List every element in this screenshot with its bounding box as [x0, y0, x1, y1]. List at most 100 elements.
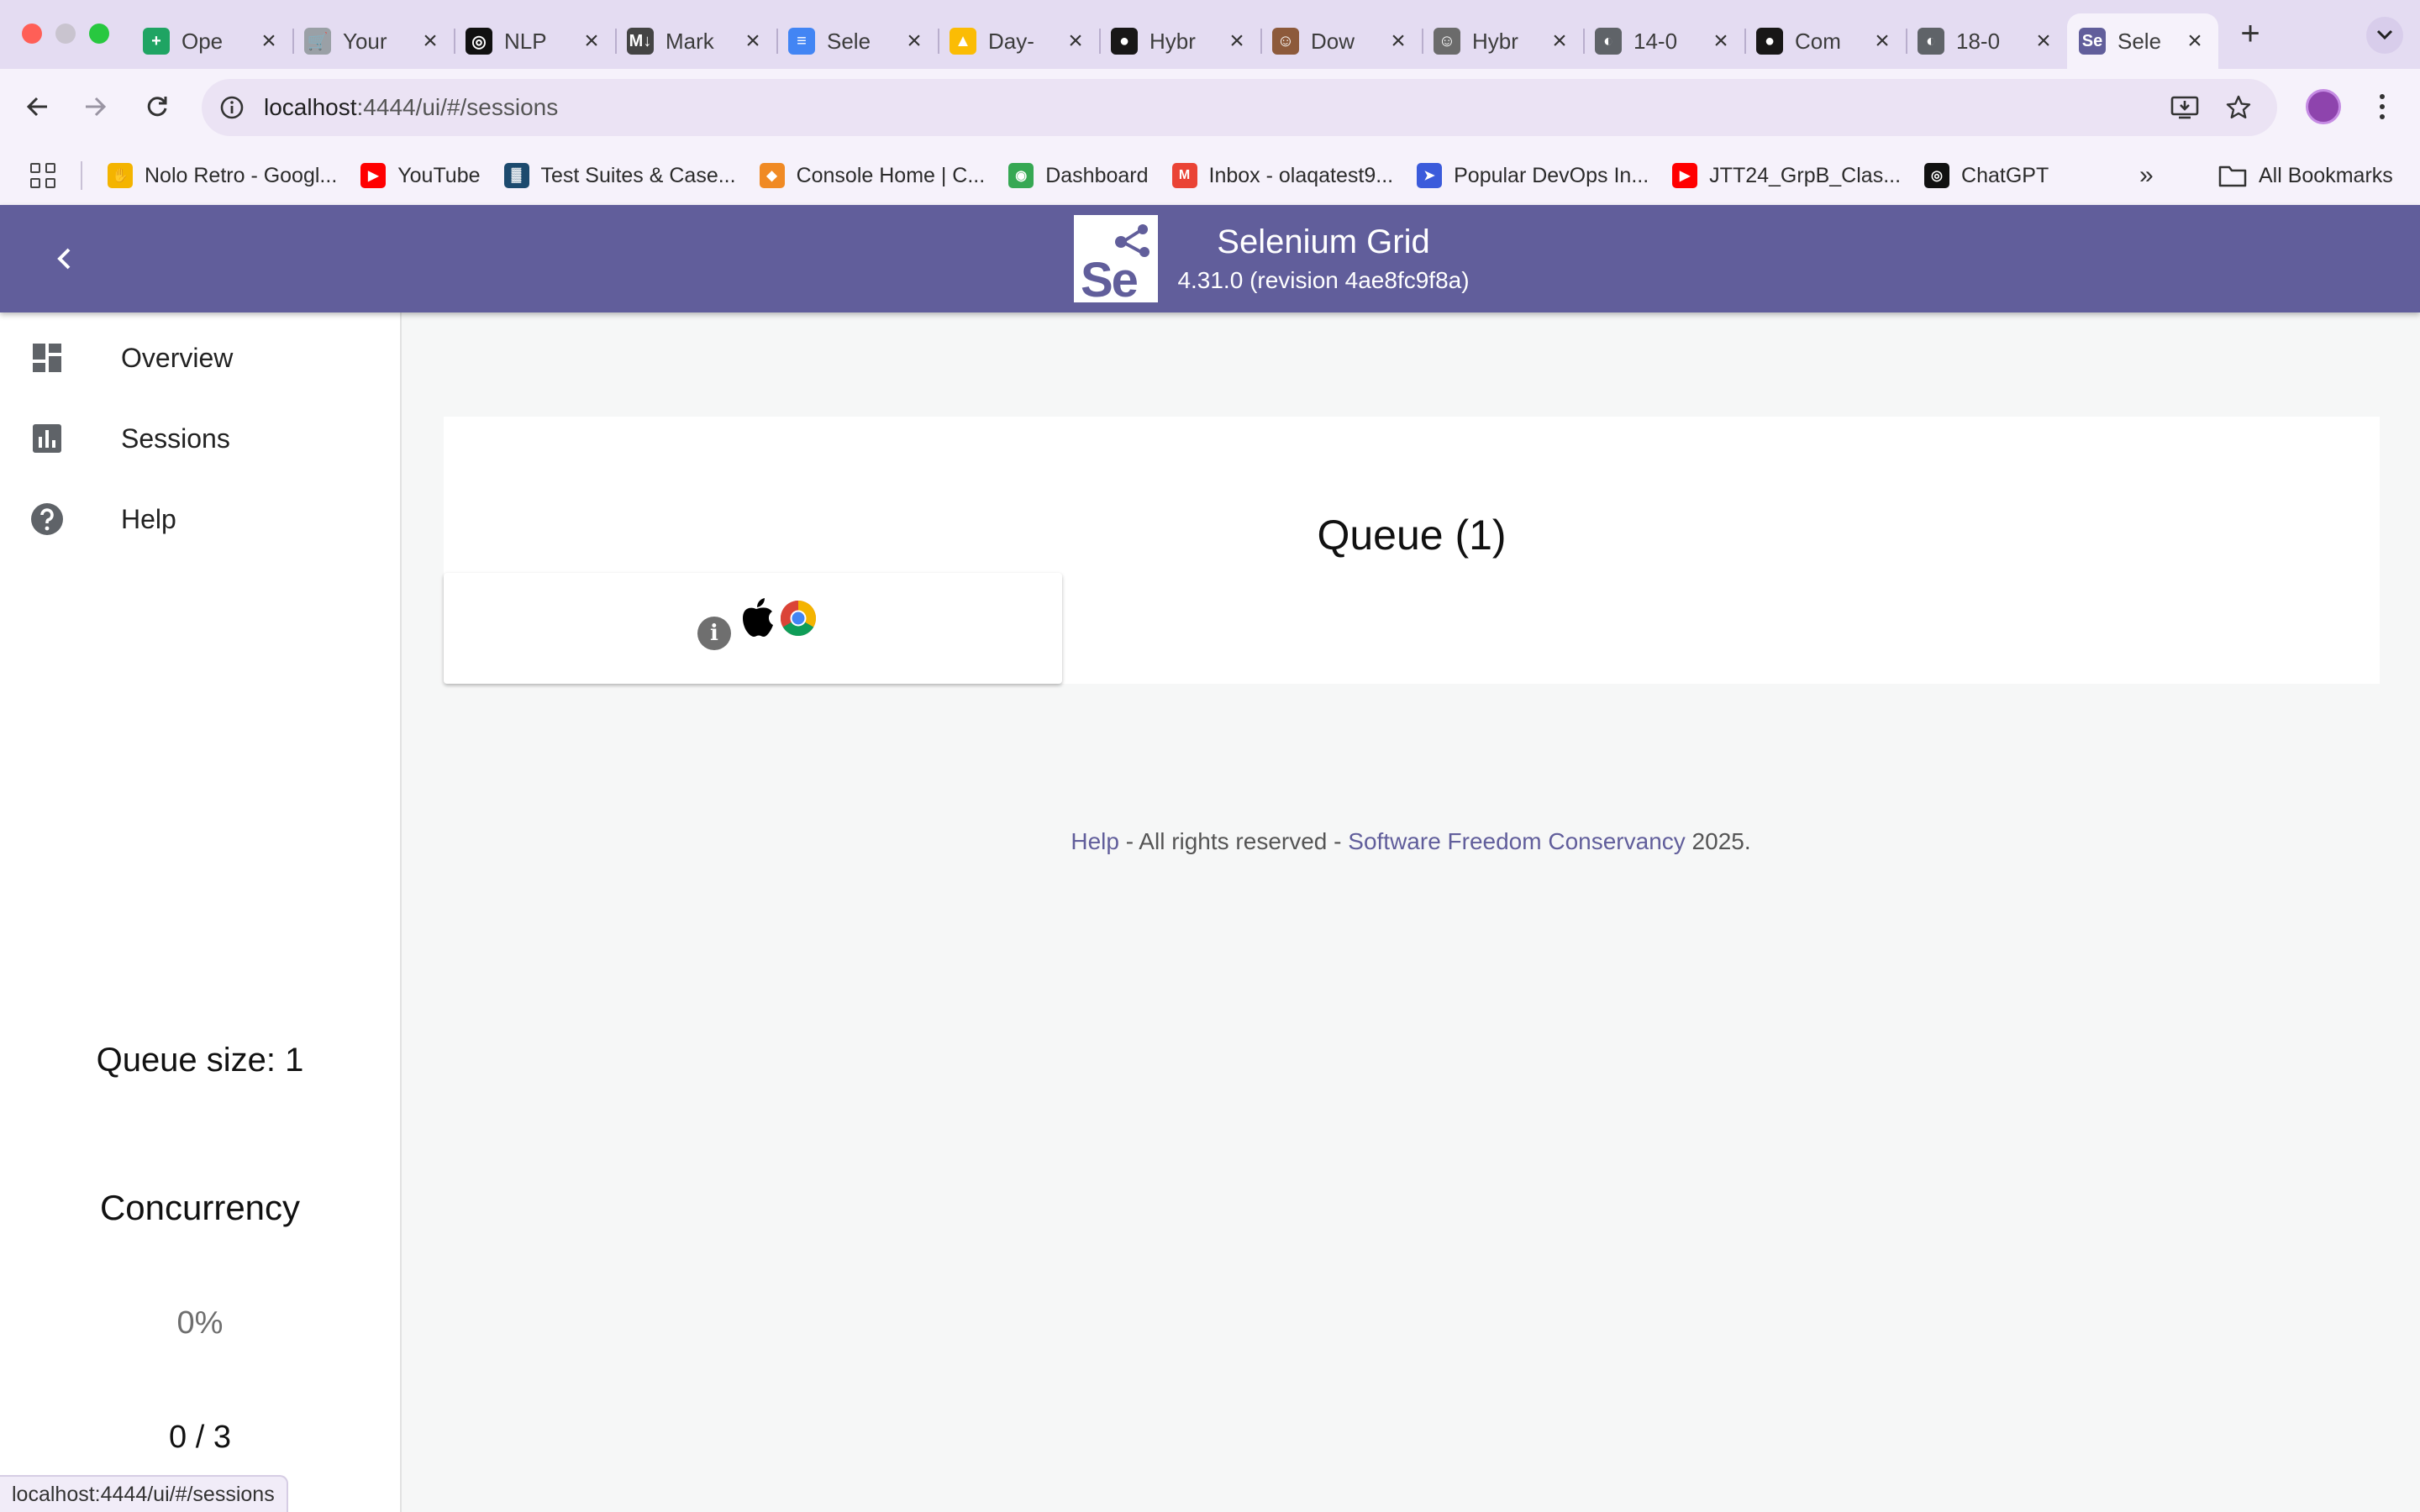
arrow-right-icon: [86, 97, 107, 117]
close-tab-icon[interactable]: ×: [2183, 29, 2207, 54]
apps-grid-icon[interactable]: [30, 163, 55, 188]
bookmark-star-icon[interactable]: [2222, 91, 2255, 124]
bookmark-item[interactable]: ◆ Console Home | C...: [759, 163, 985, 188]
selenium-logo: Se: [1074, 215, 1158, 307]
browser-menu-icon[interactable]: [2370, 87, 2395, 126]
tab-title: Sele: [827, 28, 871, 54]
bar-chart-icon: [30, 422, 64, 455]
install-app-icon[interactable]: [2168, 91, 2202, 124]
browser-tab[interactable]: ● Hybr ×: [1099, 13, 1260, 69]
bookmark-item[interactable]: ✋ Nolo Retro - Googl...: [108, 163, 337, 188]
close-tab-icon[interactable]: ×: [2032, 29, 2055, 54]
cart-icon: 🛒: [304, 28, 331, 55]
footer-help-link[interactable]: Help: [1071, 828, 1119, 854]
browser-tab[interactable]: M↓ Mark ×: [615, 13, 776, 69]
close-tab-icon[interactable]: ×: [902, 29, 926, 54]
bookmark-item[interactable]: ➤ Popular DevOps In...: [1417, 163, 1649, 188]
bookmark-label: ChatGPT: [1961, 163, 2049, 187]
browser-tab[interactable]: + Ope ×: [131, 13, 292, 69]
avatar-icon: ☺: [1272, 28, 1299, 55]
site-info-icon[interactable]: [215, 91, 249, 124]
footer-text: - All rights reserved -: [1118, 828, 1349, 854]
profile-avatar[interactable]: [2306, 89, 2341, 124]
browser-tab[interactable]: ◎ NLP ×: [454, 13, 615, 69]
address-bar[interactable]: localhost:4444/ui/#/sessions: [202, 79, 2277, 136]
close-tab-icon[interactable]: ×: [418, 29, 442, 54]
footer-sfc-link[interactable]: Software Freedom Conservancy: [1348, 828, 1686, 854]
bookmarks-bar: ✋ Nolo Retro - Googl... ▶ YouTube ▓ Test Suit…: [0, 146, 2420, 205]
new-tab-button[interactable]: +: [2232, 15, 2269, 52]
browser-tab[interactable]: ≡ Sele ×: [776, 13, 938, 69]
logo-text: Se: [1081, 253, 1139, 307]
browser-tab[interactable]: ☺ Hybr ×: [1422, 13, 1583, 69]
minimize-window-button[interactable]: [55, 24, 76, 44]
tab-search-button[interactable]: [2366, 17, 2403, 54]
bookmark-label: Dashboard: [1045, 163, 1149, 187]
tab-title: Ope: [182, 28, 224, 54]
link-status-bar: localhost:4444/ui/#/sessions: [0, 1475, 288, 1512]
more-bookmarks-button[interactable]: »: [2139, 161, 2154, 190]
close-tab-icon[interactable]: ×: [580, 29, 603, 54]
sidebar-item-overview[interactable]: Overview: [0, 318, 400, 398]
bookmark-label: Test Suites & Case...: [540, 163, 736, 187]
browser-tab[interactable]: ☺ Dow ×: [1260, 13, 1422, 69]
forward-button[interactable]: [74, 86, 116, 128]
sidebar-item-help[interactable]: Help: [0, 479, 400, 559]
chevron-down-icon: [2376, 29, 2393, 40]
info-icon[interactable]: i: [697, 617, 731, 650]
back-button[interactable]: [17, 86, 59, 128]
browser-tab[interactable]: ◐ 18-0 ×: [1906, 13, 2067, 69]
browser-tab[interactable]: Se Sele ×: [2067, 13, 2218, 69]
bookmark-item[interactable]: ◎ ChatGPT: [1924, 163, 2049, 188]
tab-title: NLP: [504, 28, 547, 54]
concurrency-ratio: 0 / 3: [169, 1420, 231, 1455]
all-bookmarks-label: All Bookmarks: [2259, 163, 2393, 187]
sidebar-item-label: Sessions: [121, 423, 230, 454]
bookmark-item[interactable]: ▶ JTT24_GrpB_Clas...: [1672, 163, 1901, 188]
close-tab-icon[interactable]: ×: [1870, 29, 1894, 54]
browser-tab[interactable]: ▲ Day- ×: [938, 13, 1099, 69]
close-tab-icon[interactable]: ×: [1548, 29, 1571, 54]
browser-tab[interactable]: ● Com ×: [1744, 13, 1906, 69]
app-header: Se Selenium Grid 4.31.0 (revision 4ae8fc…: [0, 205, 2420, 312]
all-bookmarks-button[interactable]: All Bookmarks: [2218, 146, 2393, 205]
browser-tab[interactable]: 🛒 Your ×: [292, 13, 454, 69]
queued-request-card[interactable]: i: [444, 573, 1062, 684]
bookmark-item[interactable]: ◉ Dashboard: [1008, 163, 1149, 188]
bookmark-item[interactable]: M Inbox - olaqatest9...: [1171, 163, 1393, 188]
concurrency-title: Concurrency: [99, 1188, 301, 1227]
sidebar-item-sessions[interactable]: Sessions: [0, 398, 400, 479]
bookmarks-divider: [81, 161, 82, 190]
tab-title: Dow: [1311, 28, 1355, 54]
tab-title: Mark: [666, 28, 714, 54]
markdown-icon: M↓: [627, 28, 654, 55]
dashboard-icon: ◉: [1008, 163, 1034, 188]
tab-list: + Ope × 🛒 Your × ◎ NLP × M↓ Mark × ≡ Sele × ▲ Day- × ● Hybr…: [131, 13, 2218, 69]
globe-icon: ◐: [1918, 28, 1944, 55]
close-window-button[interactable]: [22, 24, 42, 44]
chrome-icon: [780, 601, 817, 637]
help-icon: [30, 502, 64, 536]
close-tab-icon[interactable]: ×: [257, 29, 281, 54]
url-text[interactable]: localhost:4444/ui/#/sessions: [264, 79, 558, 136]
close-tab-icon[interactable]: ×: [1225, 29, 1249, 54]
queue-title: Queue (1): [1317, 512, 1507, 559]
collapse-drawer-button[interactable]: [44, 239, 84, 279]
tab-title: 14-0: [1634, 28, 1678, 54]
reload-icon: [147, 97, 167, 117]
close-tab-icon[interactable]: ×: [1386, 29, 1410, 54]
close-tab-icon[interactable]: ×: [1064, 29, 1087, 54]
browser-tab[interactable]: ◐ 14-0 ×: [1583, 13, 1744, 69]
maximize-window-button[interactable]: [89, 24, 109, 44]
reload-button[interactable]: [136, 86, 178, 128]
bookmark-item[interactable]: ▓ Test Suites & Case...: [503, 163, 736, 188]
close-tab-icon[interactable]: ×: [1709, 29, 1733, 54]
app-version: 4.31.0 (revision 4ae8fc9f8a): [1177, 267, 1470, 293]
bookmark-label: Popular DevOps In...: [1454, 163, 1649, 187]
sidebar: Overview Sessions Help Queue size: 1 Con…: [0, 312, 402, 1512]
tab-title: Your: [343, 28, 387, 54]
close-tab-icon[interactable]: ×: [741, 29, 765, 54]
bookmark-item[interactable]: ▶ YouTube: [360, 163, 481, 188]
sheets-icon: +: [143, 28, 170, 55]
github-icon: ●: [1111, 28, 1138, 55]
